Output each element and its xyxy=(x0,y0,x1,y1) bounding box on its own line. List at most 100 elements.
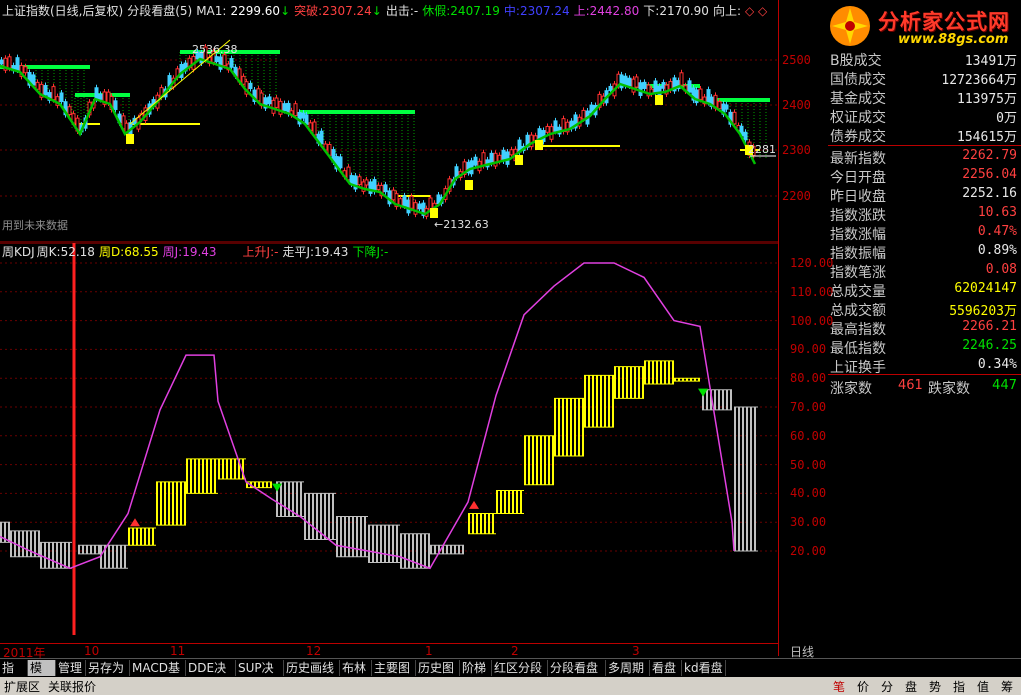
signal-marker xyxy=(535,140,543,150)
tab-0[interactable]: 指标 xyxy=(0,660,28,691)
date-label: 1 xyxy=(425,644,433,658)
tab-5[interactable]: DDE决策 xyxy=(186,660,236,691)
template-tabs: 指标模板管理另存为MACD基本DDE决策SUP决策历史画线布林主要图历史图阶梯红… xyxy=(0,658,1021,691)
candle xyxy=(293,103,298,117)
candle xyxy=(319,130,324,145)
price-chart-canvas[interactable] xyxy=(0,0,778,243)
price-chart[interactable] xyxy=(0,0,778,243)
candle xyxy=(489,152,494,164)
kdj-chart-canvas[interactable] xyxy=(0,242,778,643)
kdj-flat-label: 走平J: xyxy=(282,245,315,259)
tab-15[interactable]: 看盘 xyxy=(650,660,682,676)
kdj-flat-value: 19.43 xyxy=(314,245,349,259)
view-icon-0[interactable]: 笔 xyxy=(830,678,848,694)
related-quote-button[interactable]: 关联报价 xyxy=(48,678,96,695)
diamond-icon[interactable]: ◇ ◇ xyxy=(745,4,767,18)
kdj-j-label: 周J: xyxy=(162,245,183,259)
quote-label: 最新指数 xyxy=(830,151,886,167)
tab-13[interactable]: 分段看盘 xyxy=(548,660,606,676)
candle xyxy=(383,184,388,193)
divider xyxy=(828,374,1021,375)
quote-value: 5596203万 xyxy=(949,304,1017,319)
rise-count: 461 xyxy=(898,378,923,393)
down-label: 下: xyxy=(643,4,660,18)
quote-row: 最高指数 2266.21 xyxy=(830,319,1019,338)
candle xyxy=(59,92,64,103)
divider xyxy=(828,145,1021,146)
tab-4[interactable]: MACD基本 xyxy=(130,660,186,691)
tab-6[interactable]: SUP决策 xyxy=(236,660,284,691)
indicator-name[interactable]: 分段看盘(5) xyxy=(127,4,192,18)
view-icon-7[interactable]: 筹 xyxy=(998,678,1016,694)
kdj-j-value: 19.43 xyxy=(182,245,217,259)
quote-row: 最新指数 2262.79 xyxy=(830,148,1019,167)
candle xyxy=(267,96,272,105)
candle xyxy=(743,131,748,141)
view-icon-2[interactable]: 分 xyxy=(878,678,896,694)
tab-12[interactable]: 红区分段 xyxy=(492,660,548,676)
quote-value: 0.89% xyxy=(977,243,1017,258)
view-icon-3[interactable]: 盘 xyxy=(902,678,920,694)
date-label: 10 xyxy=(84,644,100,658)
tab-16[interactable]: kd看盘 xyxy=(682,660,726,676)
dir-label: 向上: xyxy=(712,4,741,18)
quote-value: 154615万 xyxy=(957,130,1017,145)
mid-value: 2307.24 xyxy=(519,4,570,18)
quote-label: 指数涨幅 xyxy=(830,227,886,243)
tab-2[interactable]: 管理 xyxy=(56,660,86,676)
candle xyxy=(642,81,647,89)
candle xyxy=(368,181,373,194)
view-icon-5[interactable]: 指 xyxy=(950,678,968,694)
candle xyxy=(15,57,20,71)
expand-area-button[interactable]: 扩展区 xyxy=(4,678,40,695)
quote-row: B股成交 13491万 xyxy=(830,50,1019,69)
up-arrow-icon xyxy=(469,500,479,509)
up-label: 上: xyxy=(573,4,590,18)
candle xyxy=(687,80,692,93)
ma-arrow-icon: ↓ xyxy=(280,4,291,18)
logo-url: www.88gs.com xyxy=(898,32,1009,47)
view-icon-6[interactable]: 值 xyxy=(974,678,992,694)
break-value: 2307.24 xyxy=(322,4,372,18)
date-label: 3 xyxy=(632,644,640,658)
quote-label: 最高指数 xyxy=(830,322,886,338)
tab-8[interactable]: 布林 xyxy=(340,660,372,676)
tab-10[interactable]: 历史图 xyxy=(416,660,460,676)
candle xyxy=(7,56,12,69)
tab-14[interactable]: 多周期 xyxy=(606,660,650,676)
kdj-chart[interactable] xyxy=(0,242,778,643)
status-bar: 扩展区 关联报价 笔价分盘势指值筹 xyxy=(0,677,1021,695)
ma-value: 2299.60 xyxy=(230,4,281,18)
ma-label: MA1: xyxy=(196,4,227,18)
tab-9[interactable]: 主要图 xyxy=(372,660,416,676)
view-icon-1[interactable]: 价 xyxy=(854,678,872,694)
kdj-rise-value: - xyxy=(274,245,279,259)
tab-11[interactable]: 阶梯 xyxy=(460,660,492,676)
quote-row: 昨日收盘 2252.16 xyxy=(830,186,1019,205)
tab-1[interactable]: 模板 xyxy=(28,660,56,691)
quote-label: 指数振幅 xyxy=(830,246,886,262)
logo-icon xyxy=(830,6,870,46)
quote-row: 总成交量 62024147 xyxy=(830,281,1019,300)
up-value: 2442.80 xyxy=(589,4,640,18)
view-icon-4[interactable]: 势 xyxy=(926,678,944,694)
quote-value: 0万 xyxy=(996,111,1017,126)
quote-label: 总成交额 xyxy=(830,303,886,319)
rest-value: 2407.19 xyxy=(450,4,500,18)
tab-3[interactable]: 另存为 xyxy=(86,660,130,676)
tab-7[interactable]: 历史画线 xyxy=(284,660,340,676)
candle xyxy=(545,125,550,133)
fall-count: 447 xyxy=(992,378,1017,393)
candle xyxy=(553,120,558,132)
future-data-note: 用到未来数据 xyxy=(2,219,68,232)
low-label: ←2132.63 xyxy=(434,218,489,231)
down-value: 2170.90 xyxy=(659,4,709,18)
quote-row: 指数笔涨 0.08 xyxy=(830,262,1019,281)
kdj-d-value: 68.55 xyxy=(124,245,159,259)
price-chart-header: 上证指数(日线,后复权) 分段看盘(5) MA1: 2299.60↓ 突破:2307.2… xyxy=(2,2,771,19)
candle xyxy=(51,86,56,101)
breadth-row: 涨家数 461 跌家数 447 xyxy=(830,378,1019,397)
rise-count-label: 涨家数 xyxy=(830,381,872,397)
quote-row: 债券成交 154615万 xyxy=(830,126,1019,145)
quote-label: B股成交 xyxy=(830,53,882,69)
